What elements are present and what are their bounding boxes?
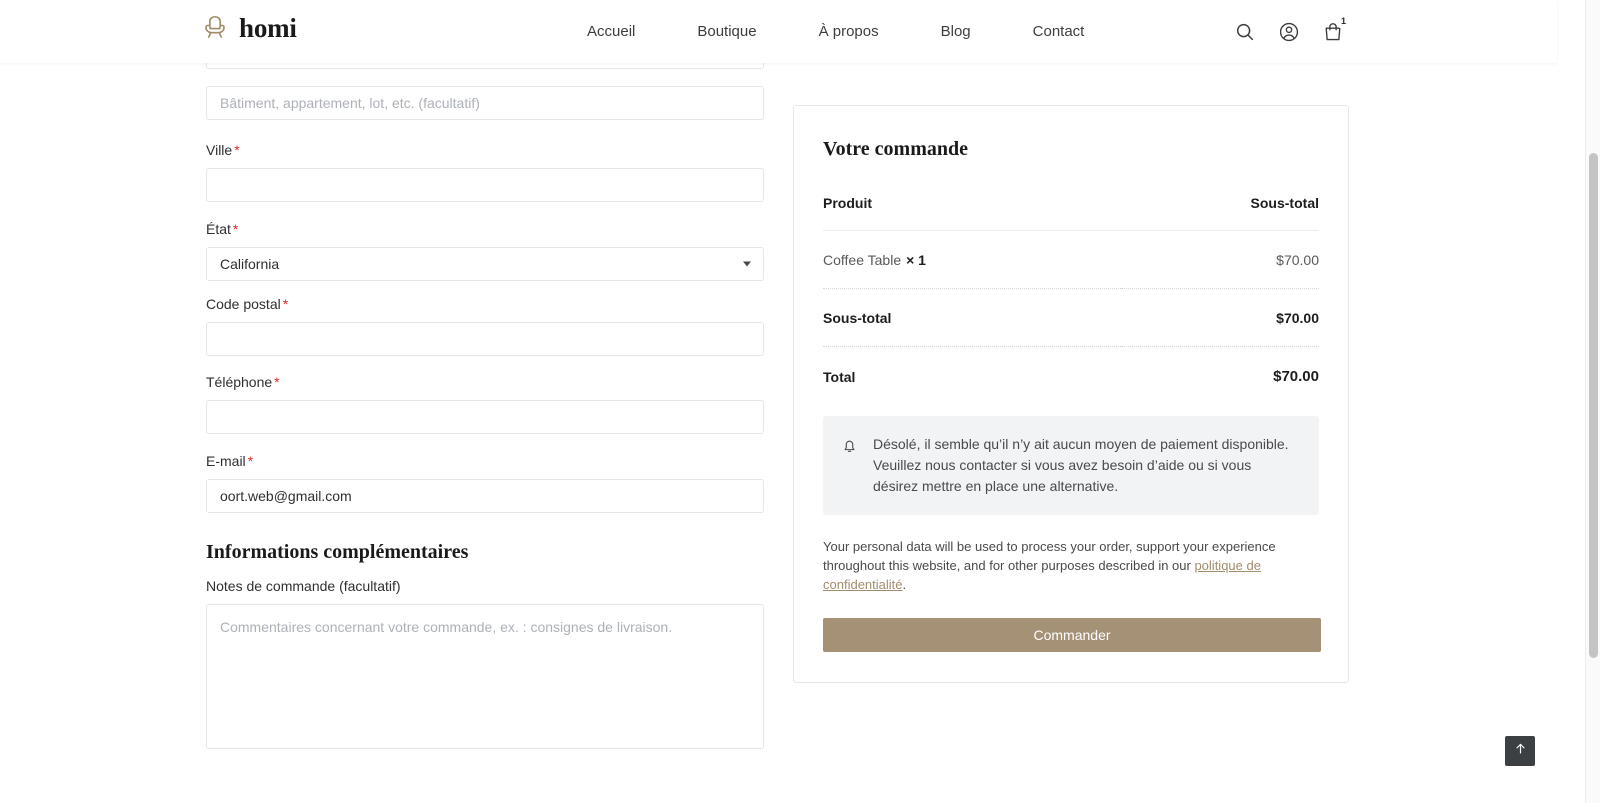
cart-item-qty: × 1 xyxy=(906,252,926,268)
postcode-input[interactable] xyxy=(206,322,764,356)
additional-info-heading: Informations complémentaires xyxy=(206,541,469,563)
cart-item-name: Coffee Table × 1 xyxy=(823,230,1121,289)
required-marker: * xyxy=(232,221,239,237)
required-marker: * xyxy=(282,296,289,312)
nav-item-accueil[interactable]: Accueil xyxy=(556,0,666,63)
site-header: homi Accueil Boutique À propos Blog Cont… xyxy=(0,0,1557,63)
order-review-panel: Votre commande Produit Sous-total Coffee… xyxy=(793,105,1349,683)
shopping-bag-icon[interactable]: 1 xyxy=(1322,13,1351,43)
table-row: Coffee Table × 1 $70.00 xyxy=(823,230,1319,289)
nav-item-contact[interactable]: Contact xyxy=(1002,0,1116,63)
table-header-row: Produit Sous-total xyxy=(823,195,1319,231)
privacy-policy-note: Your personal data will be used to proce… xyxy=(823,537,1319,594)
field-email: E-mail * xyxy=(206,452,764,513)
city-input[interactable] xyxy=(206,168,764,202)
state-label: État * xyxy=(206,221,239,237)
total-label: Total xyxy=(823,368,856,385)
email-label: E-mail * xyxy=(206,453,254,469)
field-address-2 xyxy=(206,86,764,120)
nav-item-a-propos[interactable]: À propos xyxy=(788,0,910,63)
main-nav: Accueil Boutique À propos Blog Contact xyxy=(556,0,1115,63)
order-notes-label: Notes de commande (facultatif) xyxy=(206,578,401,594)
header-actions: 1 xyxy=(1234,0,1351,63)
armchair-icon xyxy=(200,13,230,43)
cart-count-badge: 1 xyxy=(1336,13,1351,29)
email-input[interactable] xyxy=(206,479,764,513)
phone-input[interactable] xyxy=(206,400,764,434)
total-amount: $70.00 xyxy=(1273,368,1319,385)
checkout-page: Ville* État* California Code postal* Tél… xyxy=(0,51,1557,803)
state-selected-value: California xyxy=(220,256,280,272)
field-order-notes: Notes de commande (facultatif) xyxy=(206,577,764,749)
table-row-subtotal: Sous-total $70.00 xyxy=(823,288,1319,347)
place-order-button[interactable]: Commander xyxy=(823,618,1321,652)
order-notes-textarea[interactable] xyxy=(206,604,764,749)
subtotal-amount: $70.00 xyxy=(1120,288,1319,347)
no-payment-method-text: Désolé, il semble qu’il n’y ait aucun mo… xyxy=(873,436,1289,494)
postcode-label: Code postal * xyxy=(206,296,289,312)
column-header-product: Produit xyxy=(823,195,1121,231)
brand-logo[interactable]: homi xyxy=(200,13,297,43)
scroll-to-top-button[interactable] xyxy=(1505,736,1535,766)
phone-label: Téléphone * xyxy=(206,374,280,390)
required-marker: * xyxy=(274,374,280,390)
arrow-up-icon xyxy=(1513,741,1528,761)
subtotal-label: Sous-total xyxy=(823,288,1121,347)
state-select[interactable]: California xyxy=(206,247,764,281)
address-2-input[interactable] xyxy=(206,86,764,120)
nav-item-blog[interactable]: Blog xyxy=(910,0,1002,63)
field-phone: Téléphone * xyxy=(206,373,764,434)
chevron-down-icon xyxy=(743,261,751,267)
field-postcode: Code postal * xyxy=(206,295,764,356)
bell-icon xyxy=(840,436,859,460)
nav-item-boutique[interactable]: Boutique xyxy=(666,0,787,63)
table-row-total: Total $70.00 xyxy=(823,347,1319,392)
order-review-title: Votre commande xyxy=(823,138,968,160)
no-payment-method-notice: Désolé, il semble qu’il n’y ait aucun mo… xyxy=(823,416,1319,515)
order-summary-table: Produit Sous-total Coffee Table × 1 $70.0… xyxy=(823,195,1319,391)
page-scrollbar[interactable] xyxy=(1585,0,1600,803)
search-icon[interactable] xyxy=(1234,21,1256,43)
required-marker: * xyxy=(247,453,254,469)
privacy-text-after: . xyxy=(902,577,907,592)
field-state: État * California xyxy=(206,220,764,281)
scrollbar-thumb[interactable] xyxy=(1589,153,1598,658)
column-header-subtotal: Sous-total xyxy=(1120,195,1319,231)
required-marker: * xyxy=(234,142,240,158)
city-label: Ville * xyxy=(206,142,240,158)
user-circle-icon[interactable] xyxy=(1278,21,1300,43)
cart-item-amount: $70.00 xyxy=(1120,230,1319,289)
field-city: Ville * xyxy=(206,141,764,202)
brand-name: homi xyxy=(239,12,297,43)
